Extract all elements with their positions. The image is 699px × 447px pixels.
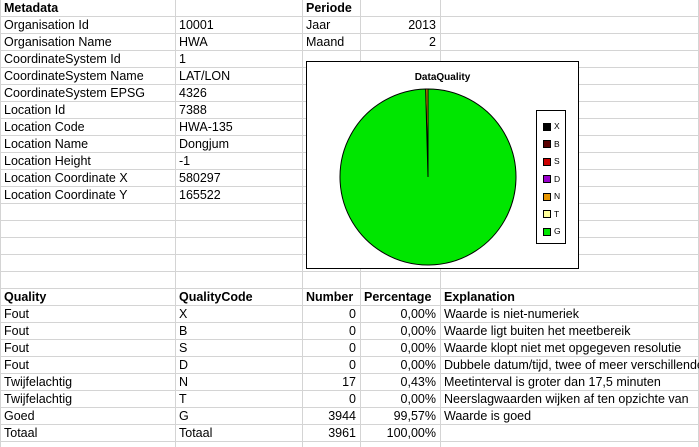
quality-cell[interactable]: 0 bbox=[302, 323, 360, 340]
metadata-value[interactable]: 1 bbox=[175, 51, 302, 68]
quality-cell[interactable]: 3961 bbox=[302, 425, 360, 442]
quality-cell[interactable]: 17 bbox=[302, 374, 360, 391]
legend-item-B: B bbox=[543, 139, 560, 153]
legend-label: N bbox=[554, 191, 561, 201]
quality-cell[interactable]: 3944 bbox=[302, 408, 360, 425]
metadata-label[interactable]: CoordinateSystem Id bbox=[0, 51, 175, 68]
legend-label: G bbox=[554, 226, 561, 236]
legend-label: D bbox=[554, 173, 561, 184]
quality-cell[interactable]: Goed bbox=[0, 408, 175, 425]
quality-cell[interactable]: Waarde klopt niet met opgegeven resoluti… bbox=[440, 340, 699, 357]
quality-cell[interactable]: Neerslagwaarden wijken af ten opzichte v… bbox=[440, 391, 699, 408]
metadata-label[interactable]: Location Code bbox=[0, 119, 175, 136]
quality-cell[interactable]: 0,00% bbox=[360, 357, 440, 374]
legend-label: T bbox=[554, 208, 560, 219]
periode-value[interactable]: 2013 bbox=[360, 17, 440, 34]
metadata-label[interactable]: CoordinateSystem Name bbox=[0, 68, 175, 85]
legend-swatch bbox=[543, 122, 551, 131]
quality-cell[interactable]: Dubbele datum/tijd, twee of meer verschi… bbox=[440, 357, 699, 374]
quality-cell[interactable]: Totaal bbox=[175, 425, 302, 442]
quality-header-0[interactable]: Quality bbox=[0, 289, 175, 306]
metadata-value[interactable]: Dongjum bbox=[175, 136, 302, 153]
quality-cell[interactable]: Meetinterval is groter dan 17,5 minuten bbox=[440, 374, 699, 391]
quality-cell[interactable]: N bbox=[175, 374, 302, 391]
quality-cell[interactable]: 0,00% bbox=[360, 306, 440, 323]
quality-cell[interactable] bbox=[440, 425, 699, 442]
metadata-value[interactable]: 580297 bbox=[175, 170, 302, 187]
pie-slice-G bbox=[339, 88, 517, 266]
metadata-header[interactable]: Metadata bbox=[0, 0, 175, 17]
legend-swatch bbox=[543, 140, 551, 149]
quality-cell[interactable]: G bbox=[175, 408, 302, 425]
metadata-value[interactable]: HWA bbox=[175, 34, 302, 51]
quality-cell[interactable]: 0,00% bbox=[360, 340, 440, 357]
quality-cell[interactable]: Fout bbox=[0, 306, 175, 323]
quality-cell[interactable]: Waarde ligt buiten het meetbereik bbox=[440, 323, 699, 340]
chart-legend: XBSDNTG bbox=[536, 110, 566, 244]
quality-cell[interactable]: S bbox=[175, 340, 302, 357]
quality-cell[interactable]: Twijfelachtig bbox=[0, 374, 175, 391]
quality-cell[interactable]: Twijfelachtig bbox=[0, 391, 175, 408]
metadata-label[interactable]: Organisation Name bbox=[0, 34, 175, 51]
quality-cell[interactable]: 0,00% bbox=[360, 391, 440, 408]
quality-cell[interactable]: B bbox=[175, 323, 302, 340]
quality-cell[interactable]: Waarde is goed bbox=[440, 408, 699, 425]
quality-cell[interactable]: 0 bbox=[302, 357, 360, 374]
quality-header-3[interactable]: Percentage bbox=[360, 289, 440, 306]
quality-cell[interactable]: T bbox=[175, 391, 302, 408]
periode-header[interactable]: Periode bbox=[302, 0, 440, 17]
legend-label: S bbox=[554, 156, 560, 166]
metadata-value[interactable]: 10001 bbox=[175, 17, 302, 34]
quality-cell[interactable]: Waarde is niet-numeriek bbox=[440, 306, 699, 323]
legend-item-T: T bbox=[543, 209, 559, 223]
legend-swatch bbox=[543, 227, 551, 236]
legend-item-G: G bbox=[543, 226, 561, 240]
periode-value[interactable]: 2 bbox=[360, 34, 440, 51]
quality-cell[interactable]: 0,43% bbox=[360, 374, 440, 391]
quality-header-2[interactable]: Number bbox=[302, 289, 360, 306]
quality-cell[interactable]: 0 bbox=[302, 306, 360, 323]
legend-item-S: S bbox=[543, 156, 560, 170]
legend-swatch bbox=[543, 192, 551, 201]
metadata-value[interactable]: LAT/LON bbox=[175, 68, 302, 85]
metadata-value[interactable]: 165522 bbox=[175, 187, 302, 204]
quality-cell[interactable]: D bbox=[175, 357, 302, 374]
legend-swatch bbox=[543, 157, 551, 166]
legend-swatch bbox=[543, 175, 551, 184]
legend-item-N: N bbox=[543, 191, 560, 205]
quality-cell[interactable]: Totaal bbox=[0, 425, 175, 442]
quality-header-1[interactable]: QualityCode bbox=[175, 289, 302, 306]
quality-cell[interactable]: 100,00% bbox=[360, 425, 440, 442]
quality-cell[interactable]: 99,57% bbox=[360, 408, 440, 425]
metadata-value[interactable]: HWA-135 bbox=[175, 119, 302, 136]
legend-swatch bbox=[543, 210, 551, 219]
quality-cell[interactable]: 0 bbox=[302, 391, 360, 408]
legend-label: X bbox=[554, 121, 560, 131]
quality-cell[interactable]: Fout bbox=[0, 357, 175, 374]
quality-cell[interactable]: 0 bbox=[302, 340, 360, 357]
metadata-label[interactable]: Organisation Id bbox=[0, 17, 175, 34]
metadata-label[interactable]: Location Id bbox=[0, 102, 175, 119]
metadata-value[interactable]: 4326 bbox=[175, 85, 302, 102]
quality-cell[interactable]: X bbox=[175, 306, 302, 323]
metadata-value[interactable]: 7388 bbox=[175, 102, 302, 119]
legend-item-D: D bbox=[543, 174, 560, 188]
quality-header-4[interactable]: Explanation bbox=[440, 289, 699, 306]
metadata-value[interactable]: -1 bbox=[175, 153, 302, 170]
dataquality-chart[interactable]: DataQuality XBSDNTG bbox=[306, 61, 579, 269]
metadata-label[interactable]: Location Name bbox=[0, 136, 175, 153]
quality-cell[interactable]: 0,00% bbox=[360, 323, 440, 340]
quality-cell[interactable]: Fout bbox=[0, 340, 175, 357]
metadata-label[interactable]: CoordinateSystem EPSG bbox=[0, 85, 175, 102]
metadata-label[interactable]: Location Coordinate Y bbox=[0, 187, 175, 204]
legend-label: B bbox=[554, 138, 560, 149]
quality-cell[interactable]: Fout bbox=[0, 323, 175, 340]
metadata-label[interactable]: Location Coordinate X bbox=[0, 170, 175, 187]
metadata-label[interactable]: Location Height bbox=[0, 153, 175, 170]
legend-item-X: X bbox=[543, 121, 560, 135]
